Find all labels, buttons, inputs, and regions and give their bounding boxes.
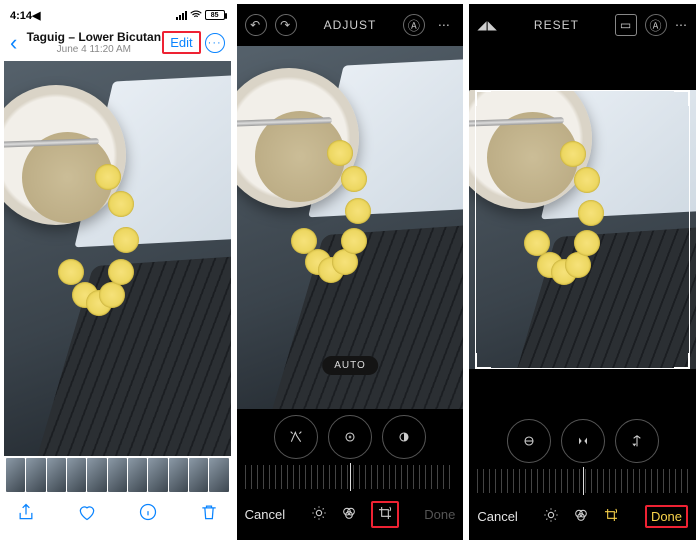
edit-top-bar: ◢◣ RESET ▭ Ⓐ ⋯ [469,4,696,46]
timestamp-subtitle: June 4 11:20 AM [25,44,162,55]
reset-button[interactable]: RESET [498,18,615,32]
markup-button[interactable]: Ⓐ [645,14,667,36]
crop-mask [469,369,696,413]
crop-canvas[interactable] [469,46,696,413]
thumbnail[interactable] [189,458,208,492]
thumbnail-strip[interactable] [4,456,231,494]
adjust-dial-row [237,409,464,459]
exposure-dial[interactable] [328,415,372,459]
status-time: 4:14◀ [10,9,41,22]
adjust-tab[interactable] [543,507,559,526]
crop-handle-tl[interactable] [475,90,491,106]
nav-bar: ‹ Taguig – Lower Bicutan June 4 11:20 AM… [4,26,231,61]
crop-frame[interactable] [475,90,690,369]
edit-button[interactable]: Edit [162,31,200,54]
share-button[interactable] [16,502,36,528]
photo-title: Taguig – Lower Bicutan June 4 11:20 AM [25,30,162,55]
more-button[interactable]: ⋯ [433,14,455,36]
markup-button[interactable]: Ⓐ [403,14,425,36]
crop-handle-br[interactable] [674,353,690,369]
edit-adjust-screen: ↶ ↷ ADJUST Ⓐ ⋯ [237,4,464,540]
back-button[interactable]: ‹ [10,32,25,54]
flip-vertical-icon[interactable]: ◢◣ [477,18,497,32]
rotate-slider[interactable] [477,469,688,493]
cancel-button[interactable]: Cancel [477,509,517,524]
filters-tab[interactable] [341,505,357,524]
adjust-tab[interactable] [311,505,327,524]
photo-content [4,61,231,456]
auto-dial[interactable] [274,415,318,459]
thumbnail[interactable] [209,458,228,492]
crop-handle-tr[interactable] [674,90,690,106]
auto-enhance-label: AUTO [322,356,378,375]
favorite-button[interactable] [77,502,97,528]
adjust-slider[interactable] [245,465,456,489]
battery-icon: 85 [205,10,225,20]
wifi-icon [189,8,203,22]
bottom-toolbar [4,494,231,540]
edit-bottom-bar: Cancel Done [469,495,696,540]
edit-crop-screen: ◢◣ RESET ▭ Ⓐ ⋯ [469,4,696,540]
thumbnail[interactable] [108,458,127,492]
more-button[interactable]: ··· [205,33,225,53]
crop-mask [469,46,696,90]
thumbnail[interactable] [148,458,167,492]
info-button[interactable] [138,502,158,528]
thumbnail[interactable] [87,458,106,492]
thumbnail[interactable] [67,458,86,492]
crop-handle-bl[interactable] [475,353,491,369]
crop-actions-row [469,413,696,463]
crop-tab[interactable] [603,507,619,526]
undo-button[interactable]: ↶ [245,14,267,36]
cell-signal-icon [176,11,187,20]
cancel-button[interactable]: Cancel [245,507,285,522]
redo-button[interactable]: ↷ [275,14,297,36]
flip-horizontal-button[interactable] [561,419,605,463]
photo-viewport[interactable] [4,61,231,456]
photos-detail-screen: 4:14◀ 85 ‹ Taguig – Lower Bicutan June 4… [4,4,231,540]
edit-top-bar: ↶ ↷ ADJUST Ⓐ ⋯ [237,4,464,46]
thumbnail[interactable] [47,458,66,492]
rotate-button[interactable] [615,419,659,463]
aspect-button[interactable]: ▭ [615,14,637,36]
delete-button[interactable] [199,502,219,528]
done-button[interactable]: Done [645,505,688,528]
edit-bottom-bar: Cancel Done [237,491,464,540]
thumbnail[interactable] [26,458,45,492]
crop-tab[interactable] [371,501,399,528]
straighten-dial[interactable] [507,419,551,463]
thumbnail[interactable] [6,458,25,492]
done-button[interactable]: Done [424,507,455,522]
more-button[interactable]: ⋯ [675,18,688,32]
thumbnail[interactable] [128,458,147,492]
status-bar: 4:14◀ 85 [4,4,231,26]
mode-label: ADJUST [297,18,404,32]
filters-tab[interactable] [573,507,589,526]
edit-canvas[interactable]: AUTO [237,46,464,409]
thumbnail[interactable] [169,458,188,492]
brilliance-dial[interactable] [382,415,426,459]
location-title: Taguig – Lower Bicutan [25,30,162,44]
